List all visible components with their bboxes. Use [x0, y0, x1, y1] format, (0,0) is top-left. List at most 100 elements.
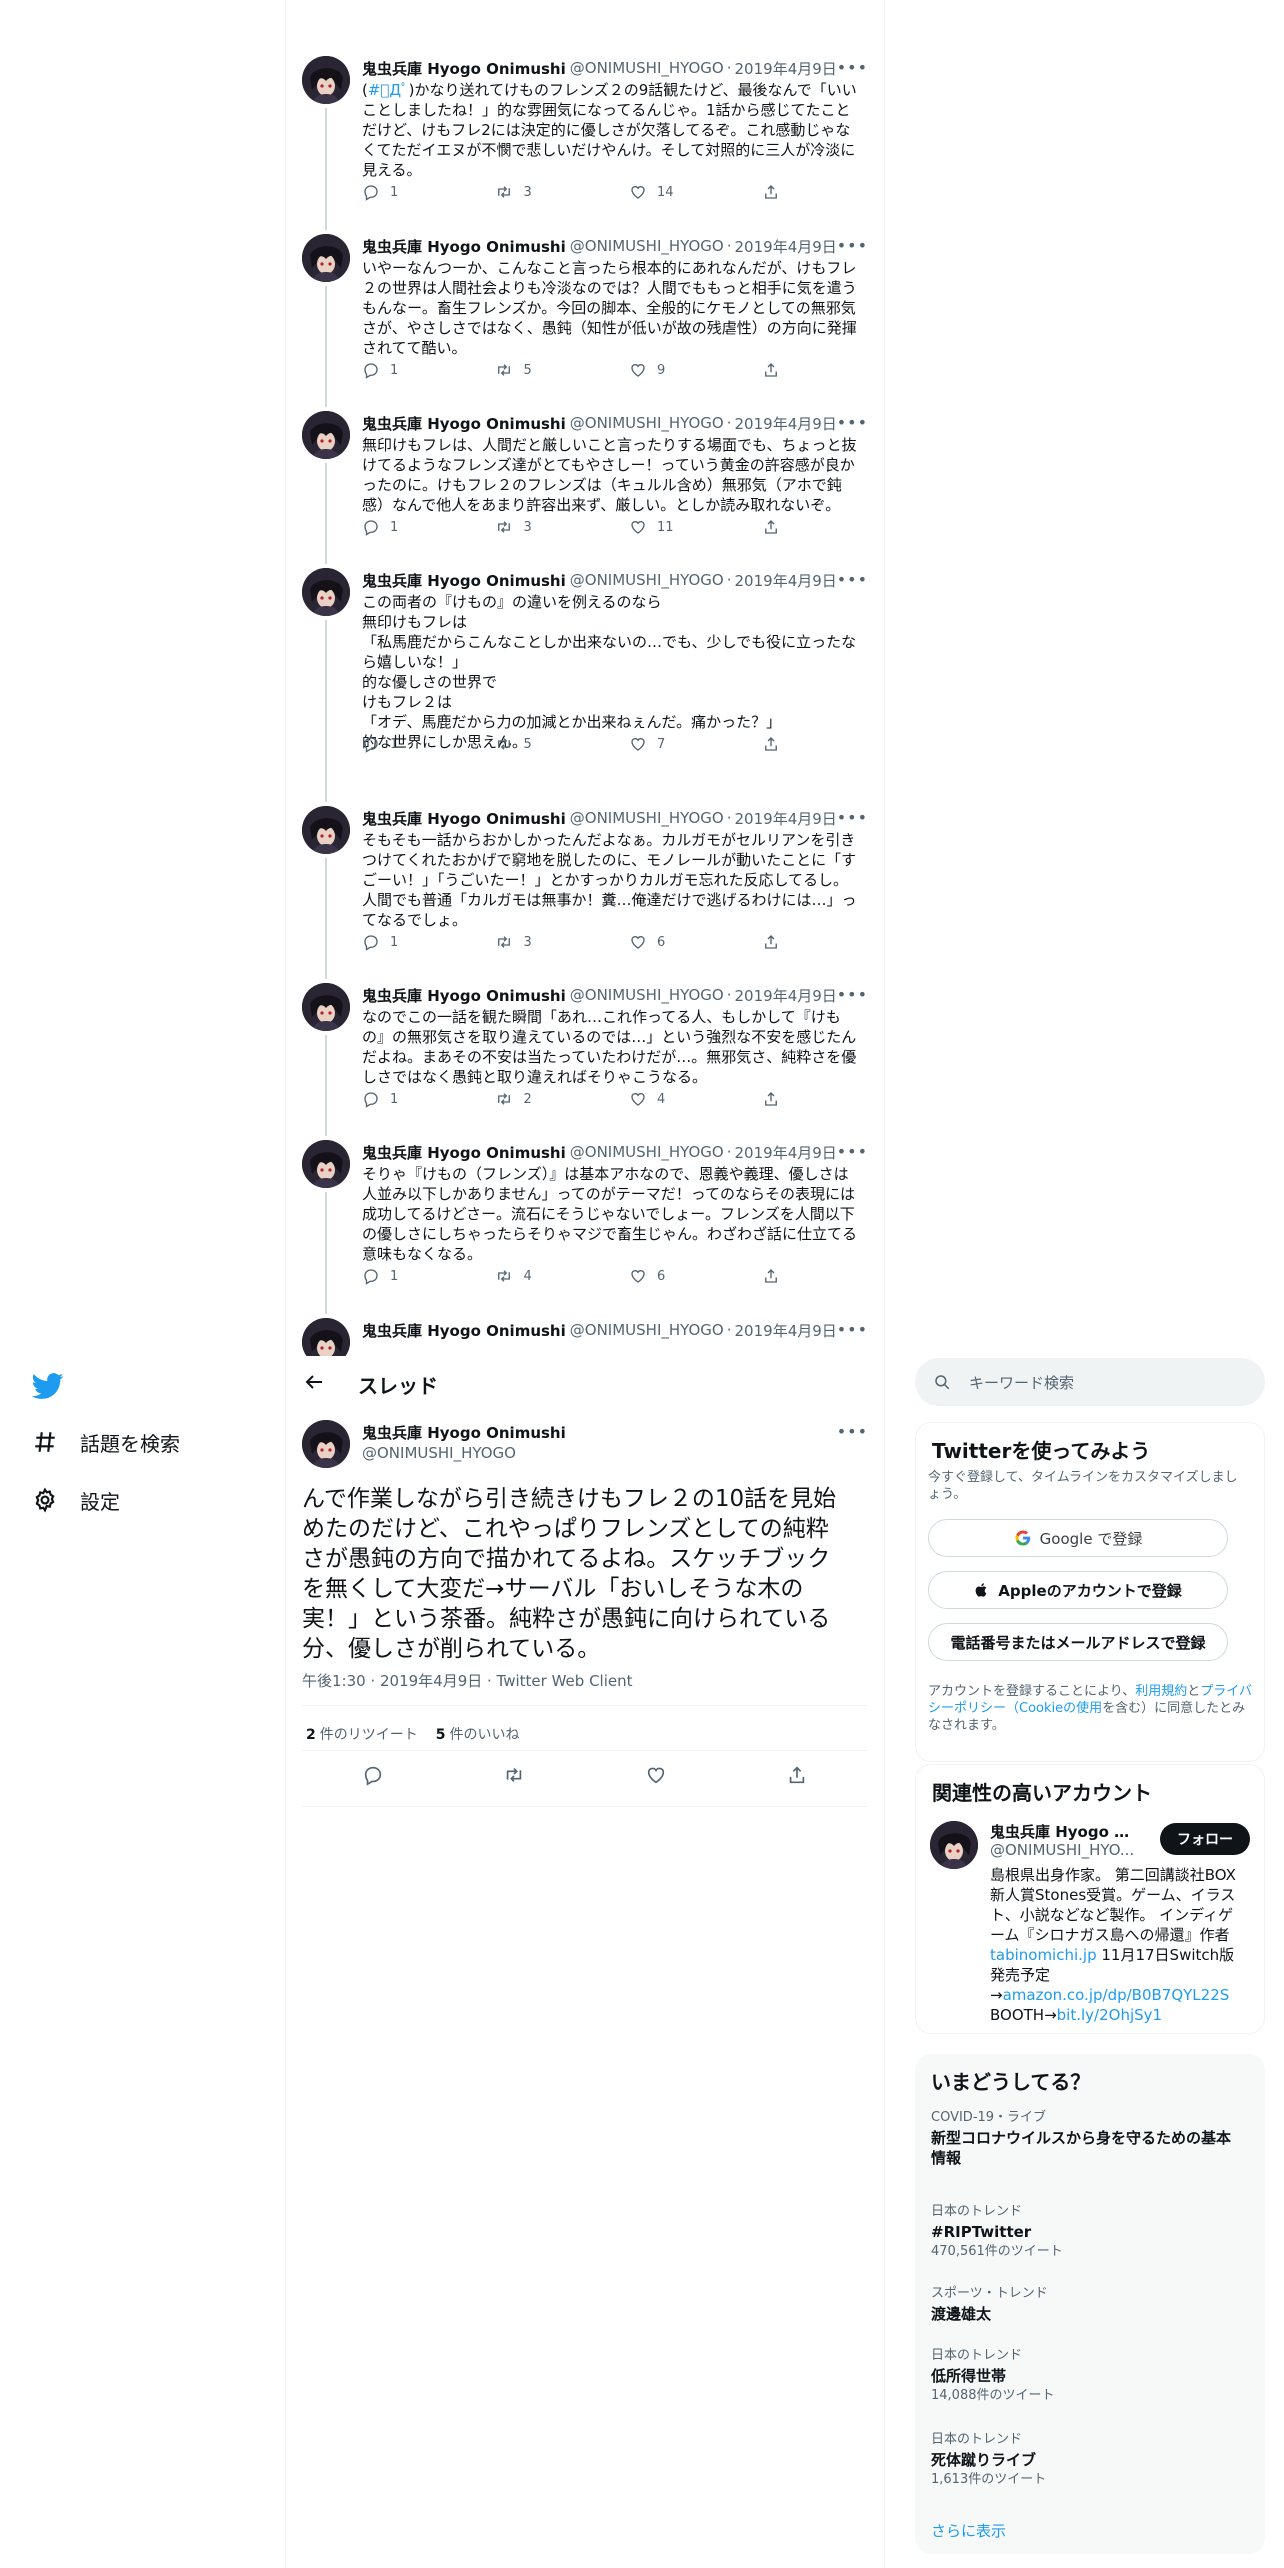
author-name[interactable]: 鬼虫兵庫 Hyogo Onimushi — [362, 236, 566, 257]
back-arrow-icon[interactable] — [302, 1370, 326, 1394]
author-handle[interactable]: @ONIMUSHI_HYOGO — [570, 59, 724, 77]
trend-item[interactable]: スポーツ・トレンド 渡邊雄太 — [931, 2286, 1231, 2324]
avatar[interactable] — [302, 983, 350, 1031]
retweet-stat[interactable]: 2 件のリツイート — [306, 1724, 418, 1744]
trend-item[interactable]: COVID-19・ライブ 新型コロナウイルスから身を守るための基本情報 — [931, 2110, 1231, 2168]
avatar[interactable] — [302, 411, 350, 459]
like-button[interactable]: 6 — [629, 930, 762, 954]
retweet-button[interactable]: 3 — [495, 180, 628, 204]
thread-tweet[interactable]: 鬼虫兵庫 Hyogo Onimushi @ONIMUSHI_HYOGO · 2019年… — [286, 1318, 884, 1356]
author-handle[interactable]: @ONIMUSHI_HYOGO — [570, 414, 724, 432]
nav-settings[interactable]: 設定 — [32, 1480, 120, 1520]
like-button[interactable]: 14 — [629, 180, 762, 204]
retweet-icon[interactable] — [503, 1764, 525, 1786]
bio-link[interactable]: tabinomichi.jp — [990, 1946, 1097, 1964]
avatar[interactable] — [302, 1420, 350, 1468]
tweet-date[interactable]: 2019年4月9日 — [735, 413, 837, 434]
like-button[interactable]: 4 — [629, 1087, 762, 1111]
tweet-date[interactable]: 2019年4月9日 — [735, 1142, 837, 1163]
more-options-icon[interactable]: ••• — [837, 985, 868, 1004]
author-name[interactable]: 鬼虫兵庫 Hyogo Onimushi — [362, 1422, 566, 1443]
hashtag-link[interactable]: #ﾟДﾟ — [368, 81, 409, 99]
avatar[interactable] — [930, 1821, 978, 1869]
more-options-icon[interactable]: ••• — [837, 808, 868, 827]
thread-tweet[interactable]: 鬼虫兵庫 Hyogo Onimushi @ONIMUSHI_HYOGO · 2019年… — [286, 1140, 884, 1318]
google-signup-button[interactable]: Google で登録 — [928, 1519, 1228, 1557]
author-handle[interactable]: @ONIMUSHI_HYOGO — [570, 986, 724, 1004]
share-button[interactable] — [762, 1087, 802, 1111]
more-options-icon[interactable]: ••• — [837, 1422, 868, 1441]
share-button[interactable] — [762, 930, 802, 954]
author-name[interactable]: 鬼虫兵庫 Hyogo Onimushi — [362, 1320, 566, 1341]
author-handle[interactable]: @ONIMUSHI_HYOGO — [570, 809, 724, 827]
retweet-button[interactable]: 4 — [495, 1264, 628, 1288]
tweet-date[interactable]: 2019年4月9日 — [735, 236, 837, 257]
twitter-logo-icon[interactable] — [31, 1370, 64, 1402]
reply-button[interactable]: 1 — [362, 358, 495, 382]
more-options-icon[interactable]: ••• — [837, 58, 868, 77]
retweet-button[interactable]: 5 — [495, 358, 628, 382]
share-button[interactable] — [762, 358, 802, 382]
more-options-icon[interactable]: ••• — [837, 570, 868, 589]
author-name[interactable]: 鬼虫兵庫 Hyogo Onimushi — [362, 58, 566, 79]
more-options-icon[interactable]: ••• — [837, 236, 868, 255]
share-icon[interactable] — [786, 1764, 808, 1786]
avatar[interactable] — [302, 806, 350, 854]
show-more-link[interactable]: さらに表示 — [931, 2520, 1006, 2541]
tweet-timestamp[interactable]: 午後1:30 · 2019年4月9日 · Twitter Web Client — [302, 1670, 633, 1691]
reply-button[interactable]: 1 — [362, 515, 495, 539]
reply-button[interactable]: 1 — [362, 1087, 495, 1111]
like-button[interactable]: 9 — [629, 358, 762, 382]
bio-link[interactable]: bit.ly/2OhjSy1 — [1057, 2006, 1162, 2024]
more-options-icon[interactable]: ••• — [837, 1320, 868, 1339]
tweet-date[interactable]: 2019年4月9日 — [735, 1320, 837, 1341]
like-button[interactable]: 7 — [629, 732, 762, 756]
more-options-icon[interactable]: ••• — [837, 1142, 868, 1161]
avatar[interactable] — [302, 56, 350, 104]
avatar[interactable] — [302, 1140, 350, 1188]
apple-signup-button[interactable]: Appleのアカウントで登録 — [928, 1571, 1228, 1609]
like-icon[interactable] — [645, 1764, 667, 1786]
author-handle[interactable]: @ONIMUSHI_HYOGO — [570, 237, 724, 255]
author-name[interactable]: 鬼虫兵庫 Hyogo Onimushi — [362, 1142, 566, 1163]
tweet-date[interactable]: 2019年4月9日 — [735, 58, 837, 79]
trend-item[interactable]: 日本のトレンド 死体蹴りライブ 1,613件のツイート — [931, 2432, 1231, 2488]
author-name[interactable]: 鬼虫兵庫 Hyogo Onimushi — [362, 985, 566, 1006]
avatar[interactable] — [302, 1318, 350, 1356]
more-options-icon[interactable]: ••• — [837, 413, 868, 432]
reply-button[interactable]: 1 — [362, 930, 495, 954]
tweet-date[interactable]: 2019年4月9日 — [735, 570, 837, 591]
thread-tweet[interactable]: 鬼虫兵庫 Hyogo Onimushi @ONIMUSHI_HYOGO · 2019年… — [286, 234, 884, 411]
like-button[interactable]: 11 — [629, 515, 762, 539]
trend-item[interactable]: 日本のトレンド #RIPTwitter 470,561件のツイート — [931, 2204, 1231, 2260]
reply-button[interactable]: 1 — [362, 1264, 495, 1288]
terms-link[interactable]: 利用規約 — [1135, 1684, 1187, 1699]
share-button[interactable] — [762, 732, 802, 756]
search-box[interactable]: キーワード検索 — [915, 1358, 1265, 1406]
reply-button[interactable]: 1 — [362, 180, 495, 204]
follow-button[interactable]: フォロー — [1160, 1823, 1250, 1855]
author-handle[interactable]: @ONIMUSHI_HYOGO — [570, 1143, 724, 1161]
avatar[interactable] — [302, 234, 350, 282]
account-handle[interactable]: @ONIMUSHI_HYO... — [990, 1841, 1140, 1859]
author-handle[interactable]: @ONIMUSHI_HYOGO — [362, 1444, 516, 1462]
share-button[interactable] — [762, 1264, 802, 1288]
reply-icon[interactable] — [362, 1764, 384, 1786]
thread-tweet[interactable]: 鬼虫兵庫 Hyogo Onimushi @ONIMUSHI_HYOGO · 2019年… — [286, 411, 884, 568]
phone-email-signup-button[interactable]: 電話番号またはメールアドレスで登録 — [928, 1623, 1228, 1661]
tweet-date[interactable]: 2019年4月9日 — [735, 985, 837, 1006]
reply-button[interactable]: 1 — [362, 732, 495, 756]
author-name[interactable]: 鬼虫兵庫 Hyogo Onimushi — [362, 413, 566, 434]
retweet-button[interactable]: 3 — [495, 515, 628, 539]
thread-tweet[interactable]: 鬼虫兵庫 Hyogo Onimushi @ONIMUSHI_HYOGO · 2019年… — [286, 568, 884, 806]
thread-tweet[interactable]: 鬼虫兵庫 Hyogo Onimushi @ONIMUSHI_HYOGO · 2019年… — [286, 56, 884, 234]
account-name[interactable]: 鬼虫兵庫 Hyogo Oni... — [990, 1821, 1140, 1842]
tweet-date[interactable]: 2019年4月9日 — [735, 808, 837, 829]
thread-tweet[interactable]: 鬼虫兵庫 Hyogo Onimushi @ONIMUSHI_HYOGO · 2019年… — [286, 806, 884, 983]
avatar[interactable] — [302, 568, 350, 616]
like-button[interactable]: 6 — [629, 1264, 762, 1288]
share-button[interactable] — [762, 180, 802, 204]
thread-tweet[interactable]: 鬼虫兵庫 Hyogo Onimushi @ONIMUSHI_HYOGO · 2019年… — [286, 983, 884, 1140]
author-name[interactable]: 鬼虫兵庫 Hyogo Onimushi — [362, 808, 566, 829]
author-handle[interactable]: @ONIMUSHI_HYOGO — [570, 1321, 724, 1339]
